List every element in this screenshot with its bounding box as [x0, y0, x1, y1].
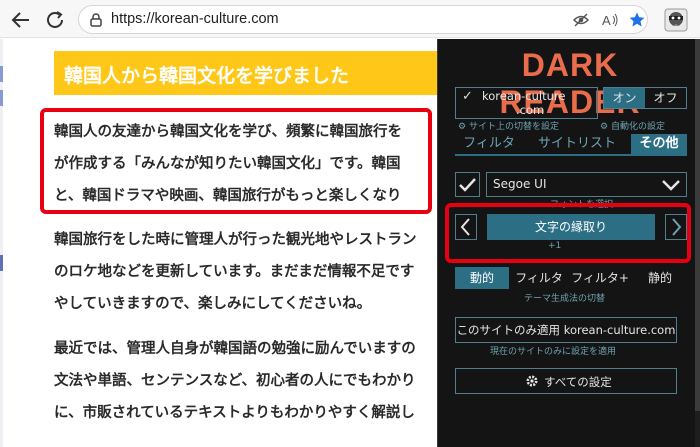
paragraph-line: 最近では、管理人自身が韓国語の勉強に励んでいますの — [54, 341, 416, 357]
paragraph-line: 文法や単語、センテンスなど、初心者の人にでもわかり — [54, 373, 416, 389]
chevron-down-icon — [662, 180, 680, 191]
paragraph-line: に、市販されているテキストよりもわかりやすく解説し — [54, 405, 415, 421]
checkmark-icon — [459, 178, 476, 192]
font-enable-checkbox[interactable] — [455, 172, 480, 197]
address-bar[interactable]: https://korean-culture.com A — [78, 5, 648, 34]
red-highlight-box-stroke — [445, 203, 691, 263]
apply-to-site-only-button[interactable]: このサイトのみ適用 korean-culture.com — [455, 317, 677, 343]
tab-more[interactable]: その他 — [631, 134, 687, 154]
tab-bar: フィルタ サイトリスト その他 — [455, 134, 687, 156]
mode-dynamic[interactable]: 動的 — [455, 267, 509, 289]
red-highlight-box-text — [40, 108, 432, 214]
read-aloud-icon[interactable]: A — [601, 11, 619, 29]
left-edge-strip — [0, 39, 3, 447]
theme-mode-selector: 動的 フィルタ フィルタ+ 静的 — [455, 267, 687, 289]
edge-mark — [0, 66, 3, 82]
paragraph-3: 最近では、管理人自身が韓国語の勉強に励んでいますの 文法や単語、センテンスなど、… — [54, 333, 438, 429]
site-toggle-hint[interactable]: ⚙ サイト上の切替を設定 — [458, 119, 559, 132]
page-heading: 韓国人から韓国文化を学びました — [54, 51, 438, 95]
site-only-hint: 現在のサイトのみに設定を適用 — [490, 347, 617, 357]
automation-hint[interactable]: ⚙ 自動化の設定 — [600, 119, 665, 132]
edge-mark — [0, 90, 3, 106]
font-select[interactable]: Segoe UI — [486, 172, 687, 197]
mode-filter-plus[interactable]: フィルタ+ — [569, 267, 631, 289]
site-name: korean-culture — [482, 89, 566, 103]
mode-hint: テーマ生成法の切替 — [524, 294, 606, 304]
all-settings-label: すべての設定 — [544, 375, 612, 389]
gear-icon: ⚙ — [600, 122, 609, 132]
paragraph-line: のロケ地などを更新しています。まだまだ情報不足です — [54, 264, 415, 280]
on-button[interactable]: オン — [604, 88, 645, 108]
dark-reader-extension-icon[interactable] — [664, 8, 688, 32]
font-select-value: Segoe UI — [493, 177, 547, 191]
browser-toolbar: https://korean-culture.com A — [0, 0, 700, 38]
paragraph-2: 韓国旅行をした時に管理人が行った観光地やレストラン のロケ地などを更新しています… — [54, 224, 438, 320]
page-heading-text: 韓国人から韓国文化を学びました — [64, 65, 350, 87]
on-off-switch[interactable]: オン オフ — [603, 87, 687, 109]
gear-icon: ⚙ — [458, 122, 467, 132]
gear-icon — [526, 375, 538, 387]
favorite-star-icon[interactable] — [628, 11, 646, 29]
svg-text:A: A — [602, 13, 611, 28]
back-arrow-icon[interactable] — [10, 9, 32, 31]
scrollbar-thumb[interactable] — [695, 39, 700, 411]
tab-filter[interactable]: フィルタ — [455, 134, 523, 154]
mode-filter[interactable]: フィルタ — [511, 267, 567, 289]
all-settings-button[interactable]: すべての設定 — [455, 368, 677, 394]
paragraph-line: 韓国旅行をした時に管理人が行った観光地やレストラン — [54, 232, 417, 248]
url-text[interactable]: https://korean-culture.com — [111, 11, 279, 27]
check-icon: ✓ — [462, 89, 473, 104]
paragraph-line: やしていきますので、楽しみにしてくださいね。 — [54, 296, 372, 312]
tab-site-list[interactable]: サイトリスト — [525, 134, 629, 154]
mode-static[interactable]: 静的 — [633, 267, 687, 289]
reload-icon[interactable] — [44, 9, 66, 31]
popup-scrollbar[interactable] — [695, 39, 700, 447]
tracking-prevention-icon[interactable] — [572, 11, 590, 29]
lock-icon[interactable] — [88, 12, 104, 28]
off-button[interactable]: オフ — [645, 88, 686, 108]
site-toggle-button[interactable]: ✓ korean-culture .com — [455, 87, 598, 119]
edge-mark — [0, 255, 3, 271]
site-suffix: .com — [516, 103, 545, 117]
